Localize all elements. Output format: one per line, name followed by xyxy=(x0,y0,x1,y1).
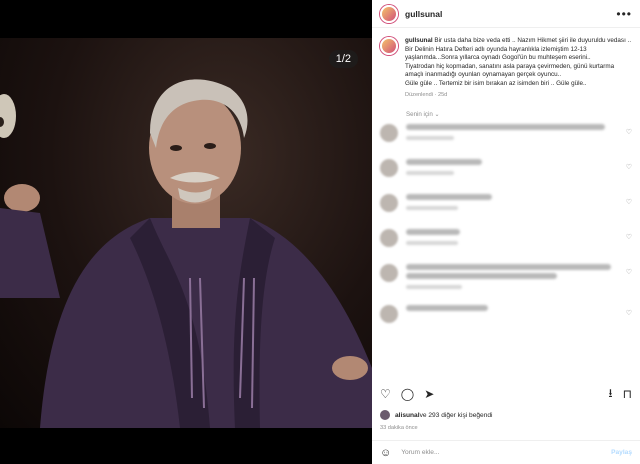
liker-avatar xyxy=(380,410,390,420)
heart-icon[interactable]: ♡ xyxy=(622,268,632,276)
heart-icon[interactable]: ♡ xyxy=(622,128,632,136)
caption-text: gullsunal Bir usta daha bize veda etti .… xyxy=(405,37,632,99)
comment-avatar[interactable] xyxy=(380,229,398,248)
comment-item: ♡ xyxy=(380,194,632,218)
caption-line: Bir usta daha bize veda etti .. Nazım Hi… xyxy=(434,37,632,44)
caption-line: Güle güle .. Tertemiz bir isim bırakan a… xyxy=(405,79,587,87)
caption-avatar[interactable] xyxy=(380,37,398,55)
caption-line: Bir Delinin Hatıra Defteri adlı oyunda h… xyxy=(405,45,591,62)
blurred-comment xyxy=(406,194,493,201)
comments-scroll[interactable]: gullsunal Bir usta daha bize veda etti .… xyxy=(372,29,640,380)
comment-item: ♡ xyxy=(380,264,632,294)
comment-item: ♡ xyxy=(380,229,632,253)
caption-edited: Düzenlendi · 25d xyxy=(405,91,448,98)
author-username[interactable]: gullsunal xyxy=(405,9,442,19)
likes-rest: ve 293 diğer kişi beğendi xyxy=(419,411,493,419)
comment-avatar[interactable] xyxy=(380,194,398,213)
blurred-comment xyxy=(406,273,558,280)
action-bar: ♡ ◯ ➤ ⭳ ⊓ xyxy=(380,384,632,404)
download-icon[interactable]: ⭳ xyxy=(608,384,612,405)
comment-composer: ☺ Paylaş xyxy=(372,440,640,464)
heart-icon[interactable]: ♡ xyxy=(622,233,632,241)
comment-item: ♡ xyxy=(380,305,632,329)
slide-counter: 1/2 xyxy=(328,50,358,68)
caption-line: Tiyatrodan hiç kopmadan, sanatını asla p… xyxy=(405,62,615,79)
comment-sort-dropdown[interactable]: Senin için ⌄ xyxy=(406,111,632,118)
more-icon[interactable]: ••• xyxy=(616,7,632,21)
blurred-comment xyxy=(406,159,482,166)
comment-item: ♡ xyxy=(380,124,632,148)
comment-avatar[interactable] xyxy=(380,159,398,178)
post-comment-button[interactable]: Paylaş xyxy=(611,449,632,456)
heart-icon[interactable]: ♡ xyxy=(380,387,391,401)
comment-item: ♡ xyxy=(380,159,632,183)
blurred-meta xyxy=(406,241,458,246)
blurred-comment xyxy=(406,229,460,236)
blurred-comment xyxy=(406,305,489,312)
likes-summary[interactable]: alisunal ve 293 diğer kişi beğendi xyxy=(380,410,493,420)
save-icon[interactable]: ⊓ xyxy=(623,387,632,401)
comment-icon[interactable]: ◯ xyxy=(401,387,414,401)
post-photo[interactable] xyxy=(0,38,372,428)
blurred-meta xyxy=(406,171,454,176)
heart-icon[interactable]: ♡ xyxy=(622,309,632,317)
caption: gullsunal Bir usta daha bize veda etti .… xyxy=(380,37,632,99)
comment-input[interactable] xyxy=(401,449,612,456)
heart-icon[interactable]: ♡ xyxy=(622,198,632,206)
avatar[interactable] xyxy=(380,4,398,23)
blurred-meta xyxy=(406,136,454,141)
heart-icon[interactable]: ♡ xyxy=(622,163,632,171)
media-area: 1/2 xyxy=(0,0,372,464)
liker-username[interactable]: alisunal xyxy=(395,412,420,419)
blurred-meta xyxy=(406,206,458,211)
comment-avatar[interactable] xyxy=(380,124,398,143)
photo-illustration xyxy=(0,79,372,428)
post-side-panel: gullsunal ••• gullsunal Bir usta daha bi… xyxy=(372,0,640,464)
caption-username[interactable]: gullsunal xyxy=(405,37,433,44)
emoji-icon[interactable]: ☺ xyxy=(380,447,391,459)
blurred-comment xyxy=(406,124,605,131)
comment-avatar[interactable] xyxy=(380,305,398,324)
blurred-comment xyxy=(406,264,612,271)
post-header: gullsunal ••• xyxy=(372,0,640,28)
post-time: 33 dakika önce xyxy=(380,425,418,431)
share-icon[interactable]: ➤ xyxy=(424,387,434,401)
comment-avatar[interactable] xyxy=(380,264,398,283)
blurred-meta xyxy=(406,285,463,290)
instagram-post-view: 1/2 gullsunal ••• gullsunal Bir usta dah… xyxy=(0,0,640,464)
